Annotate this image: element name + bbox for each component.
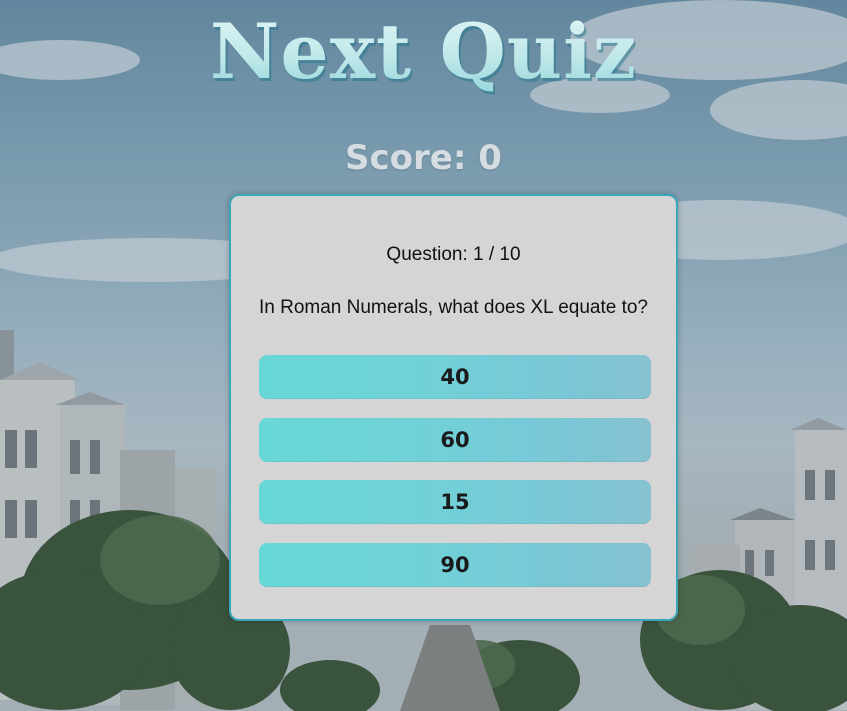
- page-title: Next Quiz: [0, 2, 847, 102]
- question-counter: Question: 1 / 10: [386, 244, 521, 265]
- answer-button-4[interactable]: 90: [259, 543, 651, 587]
- answer-button-2[interactable]: 60: [259, 418, 651, 462]
- question-text: In Roman Numerals, what does XL equate t…: [258, 297, 649, 318]
- answer-button-1[interactable]: 40: [259, 355, 651, 399]
- quiz-card: Question: 1 / 10 In Roman Numerals, what…: [229, 194, 678, 621]
- score-display: Score: 0: [345, 138, 502, 178]
- answer-button-3[interactable]: 15: [259, 480, 651, 524]
